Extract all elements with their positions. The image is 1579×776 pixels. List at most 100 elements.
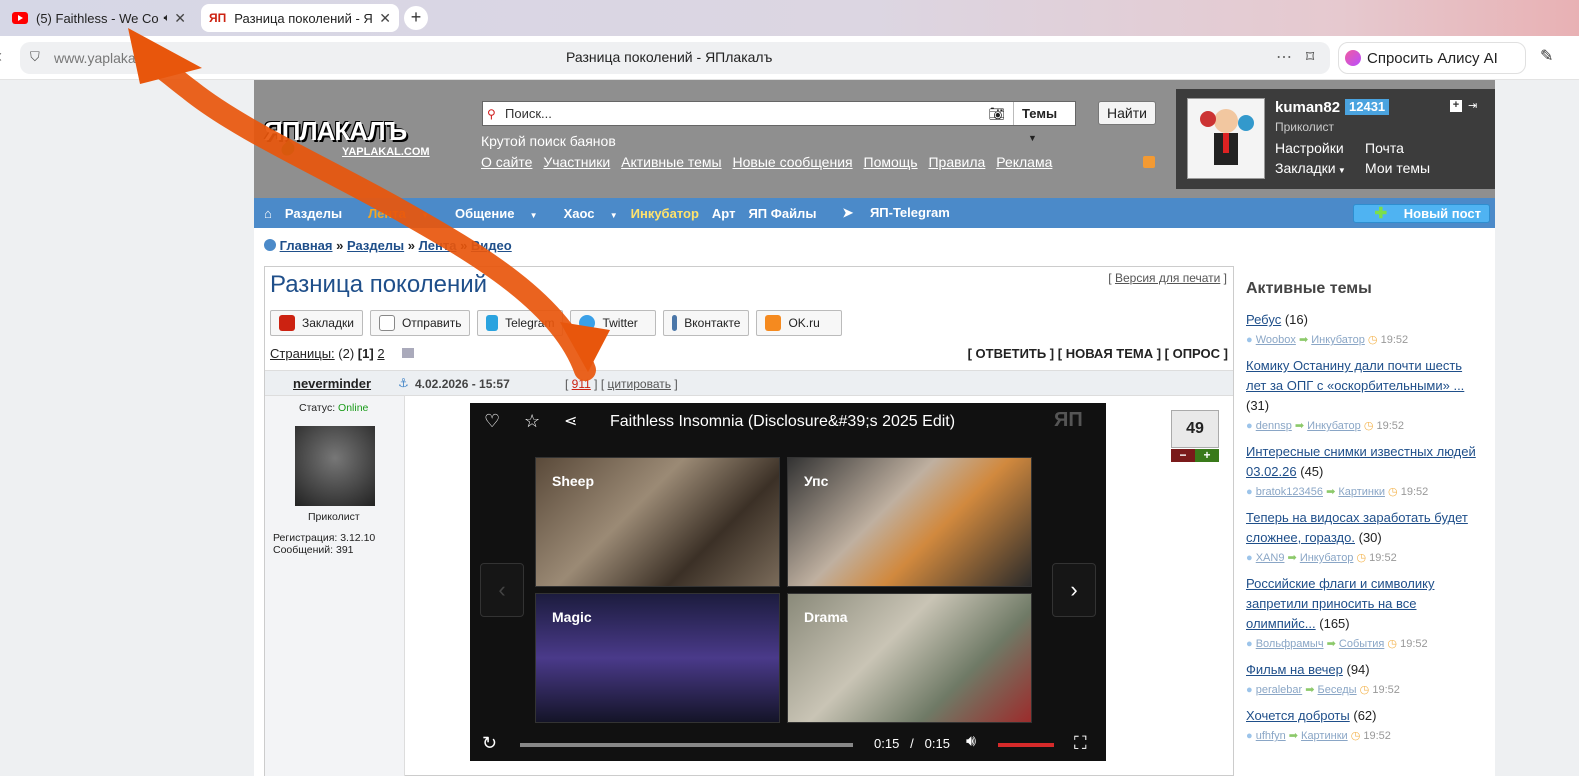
active-topic-user[interactable]: ufhfyn (1256, 730, 1286, 742)
crumb-feed[interactable]: Лента (419, 238, 457, 253)
quote-link[interactable]: цитировать (607, 377, 671, 391)
active-topic-link[interactable]: Комику Останину дали почти шесть лет за … (1246, 358, 1464, 393)
new-tab-button[interactable]: + (404, 6, 428, 30)
link-members[interactable]: Участники (543, 154, 610, 170)
crumb-sections[interactable]: Разделы (347, 238, 404, 253)
my-topics-link[interactable]: Мои темы (1365, 160, 1430, 176)
share-send-button[interactable]: Отправить (369, 310, 471, 336)
page-2-link[interactable]: 2 (377, 346, 384, 361)
volume-slider[interactable] (998, 743, 1054, 747)
nav-sections[interactable]: Разделы (285, 206, 342, 221)
active-topic-user[interactable]: XAN9 (1256, 552, 1285, 564)
active-topic-section[interactable]: Картинки (1301, 730, 1348, 742)
find-button[interactable]: Найти (1098, 101, 1156, 125)
mail-topic-icon[interactable] (402, 348, 415, 358)
video-player[interactable]: ♡ ☆ ⋖ Faithless Insomnia (Disclosure&#39… (470, 403, 1106, 761)
rate-up-button[interactable]: + (1195, 449, 1219, 462)
suggestion-drama[interactable]: Drama (787, 593, 1032, 723)
active-topic-link[interactable]: Ребус (1246, 312, 1281, 327)
rss-icon[interactable] (1143, 156, 1155, 168)
link-rules[interactable]: Правила (928, 154, 985, 170)
post-number-link[interactable]: 911 (572, 377, 591, 391)
author-avatar[interactable] (295, 426, 375, 506)
close-tab-icon[interactable]: ✕ (379, 10, 391, 27)
active-topic-user[interactable]: Вольфрамыч (1256, 638, 1324, 650)
settings-link[interactable]: Настройки (1275, 140, 1344, 156)
link-active-topics[interactable]: Активные темы (621, 154, 722, 170)
heart-icon[interactable]: ♡ (484, 411, 500, 432)
new-post-button[interactable]: ✚ Новый пост (1352, 204, 1490, 223)
nav-chaos[interactable]: Хаос ▼ (551, 206, 618, 221)
suggestion-ups[interactable]: Упс (787, 457, 1032, 587)
fullscreen-icon[interactable]: ⛶ (1074, 733, 1087, 754)
active-topic-link[interactable]: Хочется доброты (1246, 708, 1350, 723)
nav-telegram[interactable]: ➤ ЯП-Telegram (829, 205, 949, 221)
active-topic-link[interactable]: Теперь на видосах заработать будет сложн… (1246, 510, 1468, 545)
link-help[interactable]: Помощь (864, 154, 918, 170)
share-bookmarks-button[interactable]: Закладки (270, 310, 363, 336)
url-field[interactable]: ⛉ www.yaplakal.com Разница поколений - Я… (20, 42, 1330, 74)
active-topic-user[interactable]: bratok123456 (1256, 486, 1323, 498)
next-arrow-icon[interactable]: › (1052, 563, 1096, 617)
bookmarks-link[interactable]: Закладки ▼ (1275, 160, 1346, 176)
active-topic-link[interactable]: Фильм на вечер (1246, 662, 1343, 677)
user-avatar[interactable] (1187, 98, 1265, 179)
link-ads[interactable]: Реклама (996, 154, 1052, 170)
tab-yaplakal[interactable]: ЯП Разница поколений - Я ✕ (201, 4, 399, 32)
volume-icon[interactable]: 🔊︎ (966, 733, 976, 751)
mail-link[interactable]: Почта (1365, 140, 1404, 156)
search-input[interactable]: Поиск... (505, 106, 988, 121)
active-topic-section[interactable]: Инкубатор (1307, 420, 1361, 432)
active-topic-user[interactable]: dennsp (1256, 420, 1292, 432)
active-topic-section[interactable]: События (1339, 638, 1384, 650)
close-tab-icon[interactable]: ✕ (174, 10, 186, 27)
suggestion-sheep[interactable]: Sheep (535, 457, 780, 587)
share-telegram-button[interactable]: Telegram (477, 310, 564, 336)
active-topic-link[interactable]: Интересные снимки известных людей 03.02.… (1246, 444, 1476, 479)
crumb-video[interactable]: Видео (471, 238, 512, 253)
back-icon[interactable]: ‹ (0, 46, 2, 67)
share-ok-button[interactable]: OK.ru (756, 310, 843, 336)
prev-arrow-icon[interactable]: ‹ (480, 563, 524, 617)
nav-files[interactable]: ЯП Файлы (748, 206, 816, 221)
home-icon[interactable]: ⌂ (264, 206, 272, 221)
shield-icon[interactable]: ⛉ (30, 49, 40, 65)
plus-square-icon[interactable]: + (1450, 100, 1462, 112)
ask-alice-button[interactable]: Спросить Алису AI (1338, 42, 1526, 74)
active-topic-section[interactable]: Инкубатор (1300, 552, 1354, 564)
active-topic-section[interactable]: Инкубатор (1311, 334, 1365, 346)
link-about[interactable]: О сайте (481, 154, 532, 170)
active-topic-user[interactable]: Woobox (1256, 334, 1296, 346)
star-icon[interactable]: ☆ (524, 411, 540, 432)
more-icon[interactable]: ⋯ (1276, 47, 1292, 67)
pages-label[interactable]: Страницы: (270, 346, 335, 361)
active-topic-user[interactable]: peralebar (1256, 684, 1302, 696)
extension-icon[interactable]: ✎ (1540, 46, 1553, 66)
post-author[interactable]: neverminder (293, 376, 371, 391)
topic-actions[interactable]: [ ОТВЕТИТЬ ] [ НОВАЯ ТЕМА ] [ ОПРОС ] (968, 346, 1228, 361)
nav-art[interactable]: Арт (712, 206, 736, 221)
rate-down-button[interactable]: − (1171, 449, 1195, 462)
speaker-icon[interactable]: 🔈︎ (164, 12, 171, 25)
site-logo[interactable]: ЯПЛАКАЛЪ YAPLAKAL.COM (264, 116, 464, 166)
user-name[interactable]: kuman82 (1275, 99, 1340, 116)
print-version-link[interactable]: [ Версия для печати ] (1108, 271, 1227, 285)
replay-icon[interactable]: ↻ (482, 733, 497, 754)
camera-icon[interactable]: 📷︎ (988, 106, 1005, 122)
suggestion-magic[interactable]: Magic (535, 593, 780, 723)
nav-feed[interactable]: Лента ▼ (355, 206, 429, 221)
share-icon[interactable]: ⋖ (564, 411, 577, 431)
progress-bar[interactable] (520, 743, 853, 747)
search-scope-select[interactable]: Темы ▼ (1013, 102, 1075, 143)
anchor-icon[interactable]: ⚓︎ (398, 376, 409, 390)
tab-youtube[interactable]: (5) Faithless - We Co 🔈︎ ✕ (4, 4, 194, 32)
link-new-messages[interactable]: Новые сообщения (733, 154, 853, 170)
bookmark-icon[interactable]: ⌑ (1306, 47, 1314, 67)
share-vk-button[interactable]: Вконтакте (663, 310, 750, 336)
logout-icon[interactable]: ⇥ (1468, 99, 1477, 112)
nav-incubator[interactable]: Инкубатор (631, 206, 699, 221)
nav-talk[interactable]: Общение ▼ (442, 206, 538, 221)
share-twitter-button[interactable]: Twitter (570, 310, 657, 336)
active-topic-section[interactable]: Картинки (1338, 486, 1385, 498)
active-topic-section[interactable]: Беседы (1318, 684, 1357, 696)
